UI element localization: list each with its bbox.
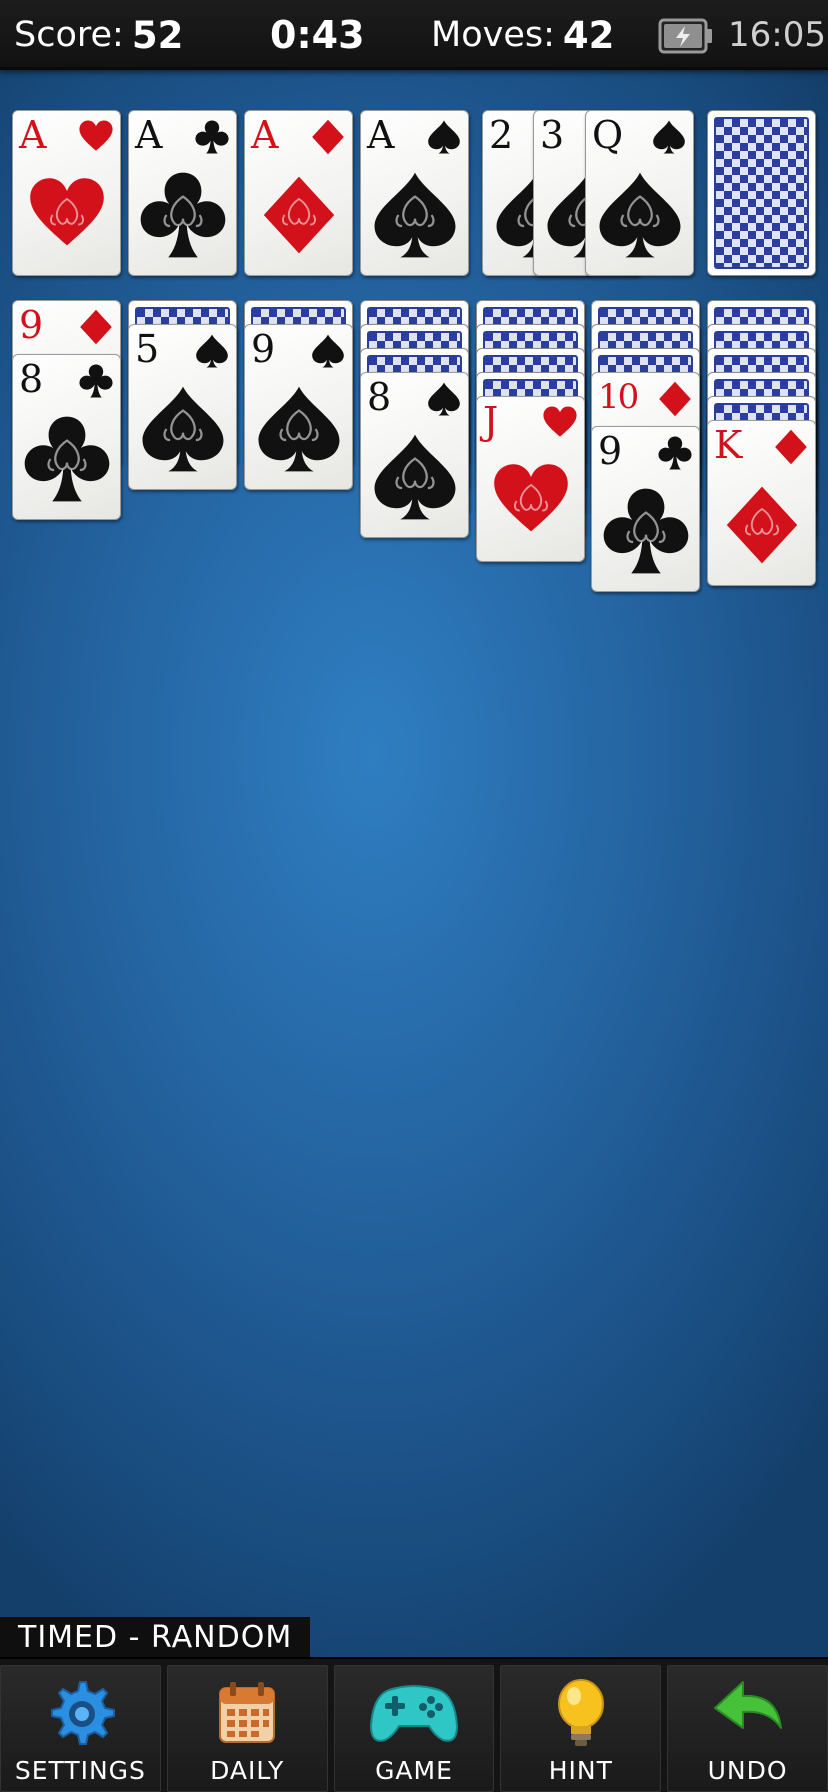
spade-icon xyxy=(653,120,685,154)
spade-icon xyxy=(258,386,339,472)
heart-icon xyxy=(29,178,104,246)
club-icon xyxy=(658,436,692,470)
card-rank: A xyxy=(135,113,163,157)
waste-top-card[interactable]: Q xyxy=(585,110,694,276)
spade-icon xyxy=(428,382,460,416)
battery-charging-icon xyxy=(658,18,714,54)
card-rank: 9 xyxy=(19,303,44,347)
spade-icon xyxy=(374,172,455,258)
lightbulb-icon xyxy=(544,1676,618,1750)
settings-button[interactable]: SETTINGS xyxy=(0,1665,161,1792)
game-label: GAME xyxy=(375,1756,453,1785)
card-rank: 8 xyxy=(19,357,44,401)
bottom-toolbar: SETTINGS DAILY GAME HINT UNDO xyxy=(0,1657,828,1792)
card-rank: A xyxy=(19,113,47,157)
card-rank: K xyxy=(714,423,743,467)
settings-label: SETTINGS xyxy=(14,1756,146,1785)
moves-value: 42 xyxy=(562,13,615,57)
spade-icon xyxy=(599,172,680,258)
calendar-icon xyxy=(210,1676,284,1750)
card-rank: 9 xyxy=(251,327,276,371)
card-rank: 3 xyxy=(540,113,565,157)
club-icon xyxy=(24,416,109,502)
moves-display: Moves: 42 xyxy=(431,0,614,70)
daily-label: DAILY xyxy=(210,1756,285,1785)
game-mode-label: TIMED - RANDOM xyxy=(0,1617,311,1657)
card-rank: J xyxy=(483,399,499,443)
diamond-icon xyxy=(263,176,334,254)
hint-button[interactable]: HINT xyxy=(500,1665,662,1792)
hint-label: HINT xyxy=(548,1756,613,1785)
spade-icon xyxy=(428,120,460,154)
spade-icon xyxy=(374,434,455,520)
club-icon xyxy=(195,120,229,154)
diamond-icon xyxy=(80,309,112,345)
score-display: Score: 52 xyxy=(14,0,183,70)
undo-arrow-icon xyxy=(711,1676,785,1750)
heart-icon xyxy=(543,406,577,437)
tableau-card[interactable]: K xyxy=(707,420,816,586)
tableau-card[interactable]: 8 xyxy=(12,354,121,520)
card-rank: 9 xyxy=(598,429,623,473)
card-rank: 10 xyxy=(598,377,639,417)
club-icon xyxy=(79,364,113,398)
undo-label: UNDO xyxy=(707,1756,788,1785)
undo-button[interactable]: UNDO xyxy=(667,1665,828,1792)
spade-icon xyxy=(196,334,228,368)
score-label: Score: xyxy=(14,15,124,55)
foundation-pile-1[interactable]: A xyxy=(12,110,121,276)
moves-label: Moves: xyxy=(431,15,555,55)
spade-icon xyxy=(312,334,344,368)
card-rank: A xyxy=(367,113,395,157)
card-back-pattern xyxy=(714,117,809,269)
diamond-icon xyxy=(775,429,807,465)
stock-pile[interactable] xyxy=(707,110,816,276)
card-rank: 2 xyxy=(489,113,514,157)
heart-icon xyxy=(493,464,568,532)
system-clock: 16:05 xyxy=(728,15,826,55)
tableau-card[interactable]: J xyxy=(476,396,585,562)
tableau-card[interactable]: 9 xyxy=(244,324,353,490)
diamond-icon xyxy=(726,486,797,564)
tableau-card[interactable]: 9 xyxy=(591,426,700,592)
score-value: 52 xyxy=(131,13,184,57)
gear-icon xyxy=(43,1676,117,1750)
tableau-card[interactable]: 8 xyxy=(360,372,469,538)
tableau-card[interactable]: 5 xyxy=(128,324,237,490)
foundation-pile-2[interactable]: A xyxy=(128,110,237,276)
heart-icon xyxy=(79,120,113,151)
club-icon xyxy=(603,488,688,574)
diamond-icon xyxy=(312,119,344,155)
gamepad-icon xyxy=(369,1676,459,1750)
game-timer: 0:43 xyxy=(270,13,365,57)
card-rank: Q xyxy=(592,113,624,157)
foundation-pile-4[interactable]: A xyxy=(360,110,469,276)
card-rank: 8 xyxy=(367,375,392,419)
status-bar: Score: 52 0:43 Moves: 42 16:05 xyxy=(0,0,828,70)
card-rank: 5 xyxy=(135,327,160,371)
daily-button[interactable]: DAILY xyxy=(166,1665,328,1792)
spade-icon xyxy=(142,386,223,472)
club-icon xyxy=(140,172,225,258)
game-button[interactable]: GAME xyxy=(333,1665,495,1792)
card-rank: A xyxy=(251,113,279,157)
foundation-pile-3[interactable]: A xyxy=(244,110,353,276)
diamond-icon xyxy=(659,381,691,417)
